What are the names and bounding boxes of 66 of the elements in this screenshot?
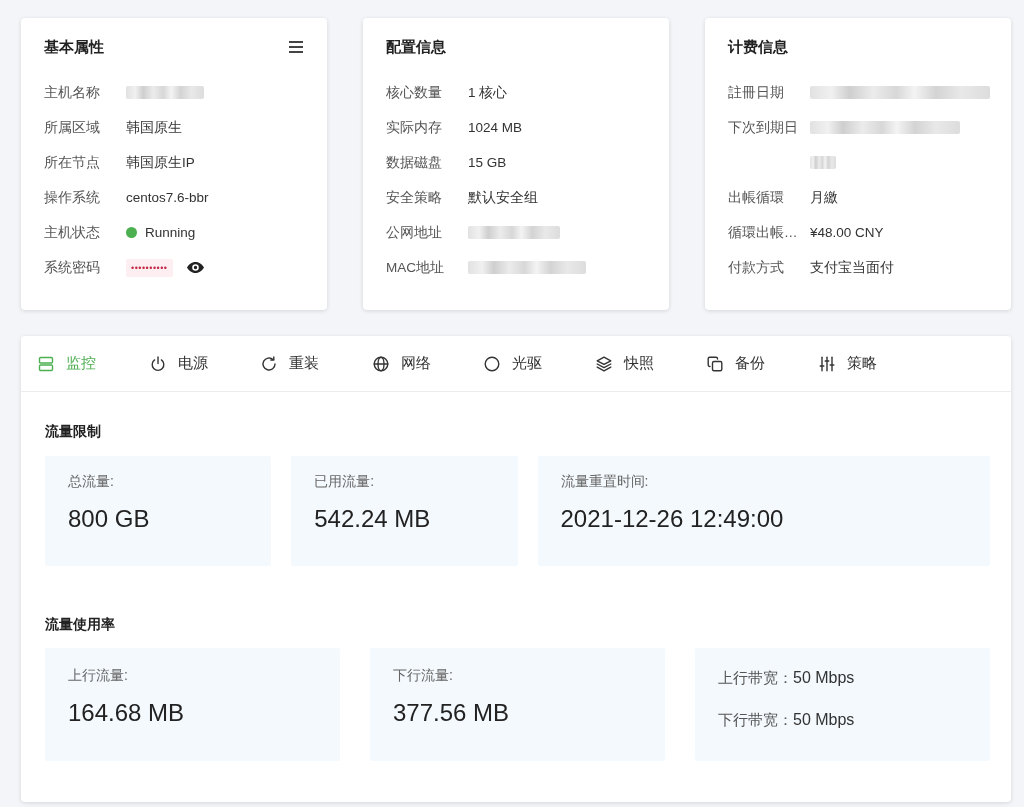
section-title: 流量使用率 [45,615,115,634]
field-label: 所在节点 [44,154,101,172]
eye-icon[interactable] [186,262,204,273]
stat-label: 上行流量: [68,666,128,684]
tab[interactable]: 快照 [595,349,654,378]
field-label: 下次到期日 [728,119,799,137]
field-value: 1024 MB [468,119,523,137]
stat-label: 下行带宽： [718,710,793,730]
field-label: 数据磁盘 [386,154,443,172]
refresh-icon [261,355,277,372]
stat-value: 800 GB [68,504,150,534]
field-label: 实际内存 [386,119,443,137]
stat-value: 50 Mbps [793,669,855,687]
stat-value: 542.24 MB [314,504,431,534]
field-label: 核心数量 [386,84,443,102]
field-label: 付款方式 [728,259,785,277]
tab[interactable]: 策略 [818,349,877,378]
tab[interactable]: 备份 [707,349,765,378]
field-value: centos7.6-bbr [126,189,209,207]
card-title: 基本属性 [44,37,104,57]
tab[interactable]: 网络 [372,349,431,378]
field-value: 15 GB [468,154,507,172]
tab[interactable]: 光驱 [484,349,542,378]
password-value: •••••••••• [126,258,173,277]
field-value: 韩国原生 [126,119,182,137]
tab[interactable]: 重装 [261,349,319,378]
field-label: 公网地址 [386,224,443,242]
field-label: 主机状态 [44,224,101,242]
stat-label: 上行带宽： [718,668,793,688]
field-label: 系统密码 [44,259,101,277]
copy-icon [707,355,723,372]
field-label: 註冊日期 [728,84,785,102]
field-value: 默认安全组 [468,189,538,207]
field-label: 操作系统 [44,189,101,207]
stat-label: 下行流量: [393,666,453,684]
field-label: MAC地址 [386,259,445,277]
field-value: 1 核心 [468,84,508,102]
field-value: 支付宝当面付 [810,259,894,277]
stat-value: 2021-12-26 12:49:00 [560,504,784,534]
card-title: 配置信息 [386,37,446,57]
globe-icon [372,355,389,372]
field-label: 安全策略 [386,189,443,207]
field-label: 出帳循環 [728,189,785,207]
stat-value: 50 Mbps [793,711,855,729]
stat-value: 377.56 MB [393,698,510,728]
card-title: 计费信息 [728,37,788,57]
tab[interactable]: 电源 [149,349,208,378]
sliders-icon [818,355,835,372]
stat-label: 已用流量: [314,472,375,490]
stat-label: 流量重置时间: [560,472,649,490]
layers-icon [595,355,612,372]
status-text: Running [145,225,196,240]
blurred-text [810,156,836,169]
field-label: 主机名称 [44,84,101,102]
section-title: 流量限制 [45,422,101,441]
menu-icon[interactable] [289,41,303,53]
field-value: 韩国原生IP [126,154,195,172]
stat-label: 总流量: [68,472,114,490]
server-icon [38,355,54,372]
stat-value: 164.68 MB [68,698,185,728]
field-label: 循環出帳… [728,224,799,242]
field-value: ¥48.00 CNY [810,224,884,242]
circle-icon [484,355,500,372]
field-value: 月繳 [810,189,838,207]
field-label: 所属区域 [44,119,101,137]
power-icon [149,355,166,372]
